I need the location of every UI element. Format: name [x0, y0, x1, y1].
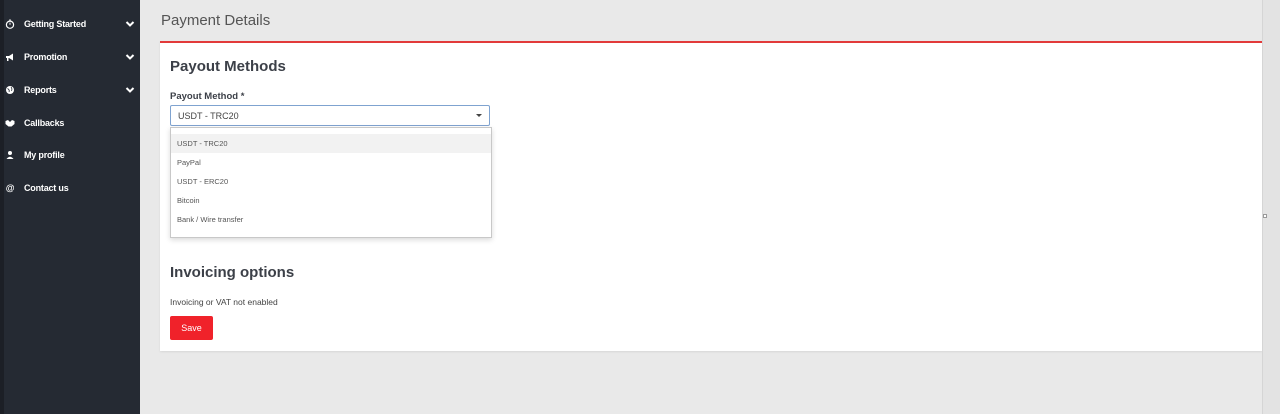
user-icon [4, 149, 16, 161]
payout-method-select[interactable]: USDT - TRC20 [170, 105, 490, 126]
payout-method-value: USDT - TRC20 [178, 110, 239, 121]
globe-icon [4, 84, 16, 96]
scrollbar[interactable] [1262, 0, 1280, 414]
sidebar: Getting Started Promotion Reports Callba… [4, 0, 140, 414]
sidebar-item-contact-us[interactable]: @ Contact us [4, 177, 140, 199]
option-paypal[interactable]: PayPal [171, 153, 491, 172]
sidebar-item-callbacks[interactable]: Callbacks [4, 112, 140, 134]
sidebar-item-label: Promotion [24, 52, 68, 62]
caret-down-icon [476, 114, 482, 117]
sidebar-item-label: Callbacks [24, 118, 65, 128]
sidebar-item-reports[interactable]: Reports [4, 79, 140, 101]
invoicing-status-text: Invoicing or VAT not enabled [170, 297, 278, 307]
option-bank-wire-transfer[interactable]: Bank / Wire transfer [171, 210, 491, 229]
sidebar-item-my-profile[interactable]: My profile [4, 144, 140, 166]
payout-method-dropdown: USDT - TRC20 PayPal USDT - ERC20 Bitcoin… [170, 127, 492, 238]
page-title: Payment Details [161, 12, 271, 29]
chevron-down-icon[interactable] [124, 84, 136, 96]
option-usdt-erc20[interactable]: USDT - ERC20 [171, 172, 491, 191]
chevron-down-icon[interactable] [124, 51, 136, 63]
sidebar-item-promotion[interactable]: Promotion [4, 46, 140, 68]
payout-methods-heading: Payout Methods [170, 58, 286, 75]
option-usdt-trc20[interactable]: USDT - TRC20 [171, 134, 491, 153]
at-icon: @ [5, 183, 15, 193]
stopwatch-icon [4, 18, 16, 30]
payment-details-card: Payout Methods Payout Method * USDT - TR… [160, 41, 1262, 351]
save-button[interactable]: Save [170, 316, 213, 340]
sidebar-item-label: Getting Started [24, 19, 87, 29]
invoicing-options-heading: Invoicing options [170, 264, 295, 281]
handshake-icon [4, 117, 16, 129]
payout-method-label: Payout Method * [170, 91, 245, 102]
chevron-down-icon[interactable] [124, 18, 136, 30]
option-bitcoin[interactable]: Bitcoin [171, 191, 491, 210]
sidebar-item-label: My profile [24, 150, 65, 160]
sidebar-item-label: Reports [24, 85, 57, 95]
sidebar-item-label: Contact us [24, 183, 69, 193]
scroll-handle[interactable] [1263, 214, 1267, 218]
megaphone-icon [4, 51, 16, 63]
sidebar-item-getting-started[interactable]: Getting Started [4, 13, 140, 35]
